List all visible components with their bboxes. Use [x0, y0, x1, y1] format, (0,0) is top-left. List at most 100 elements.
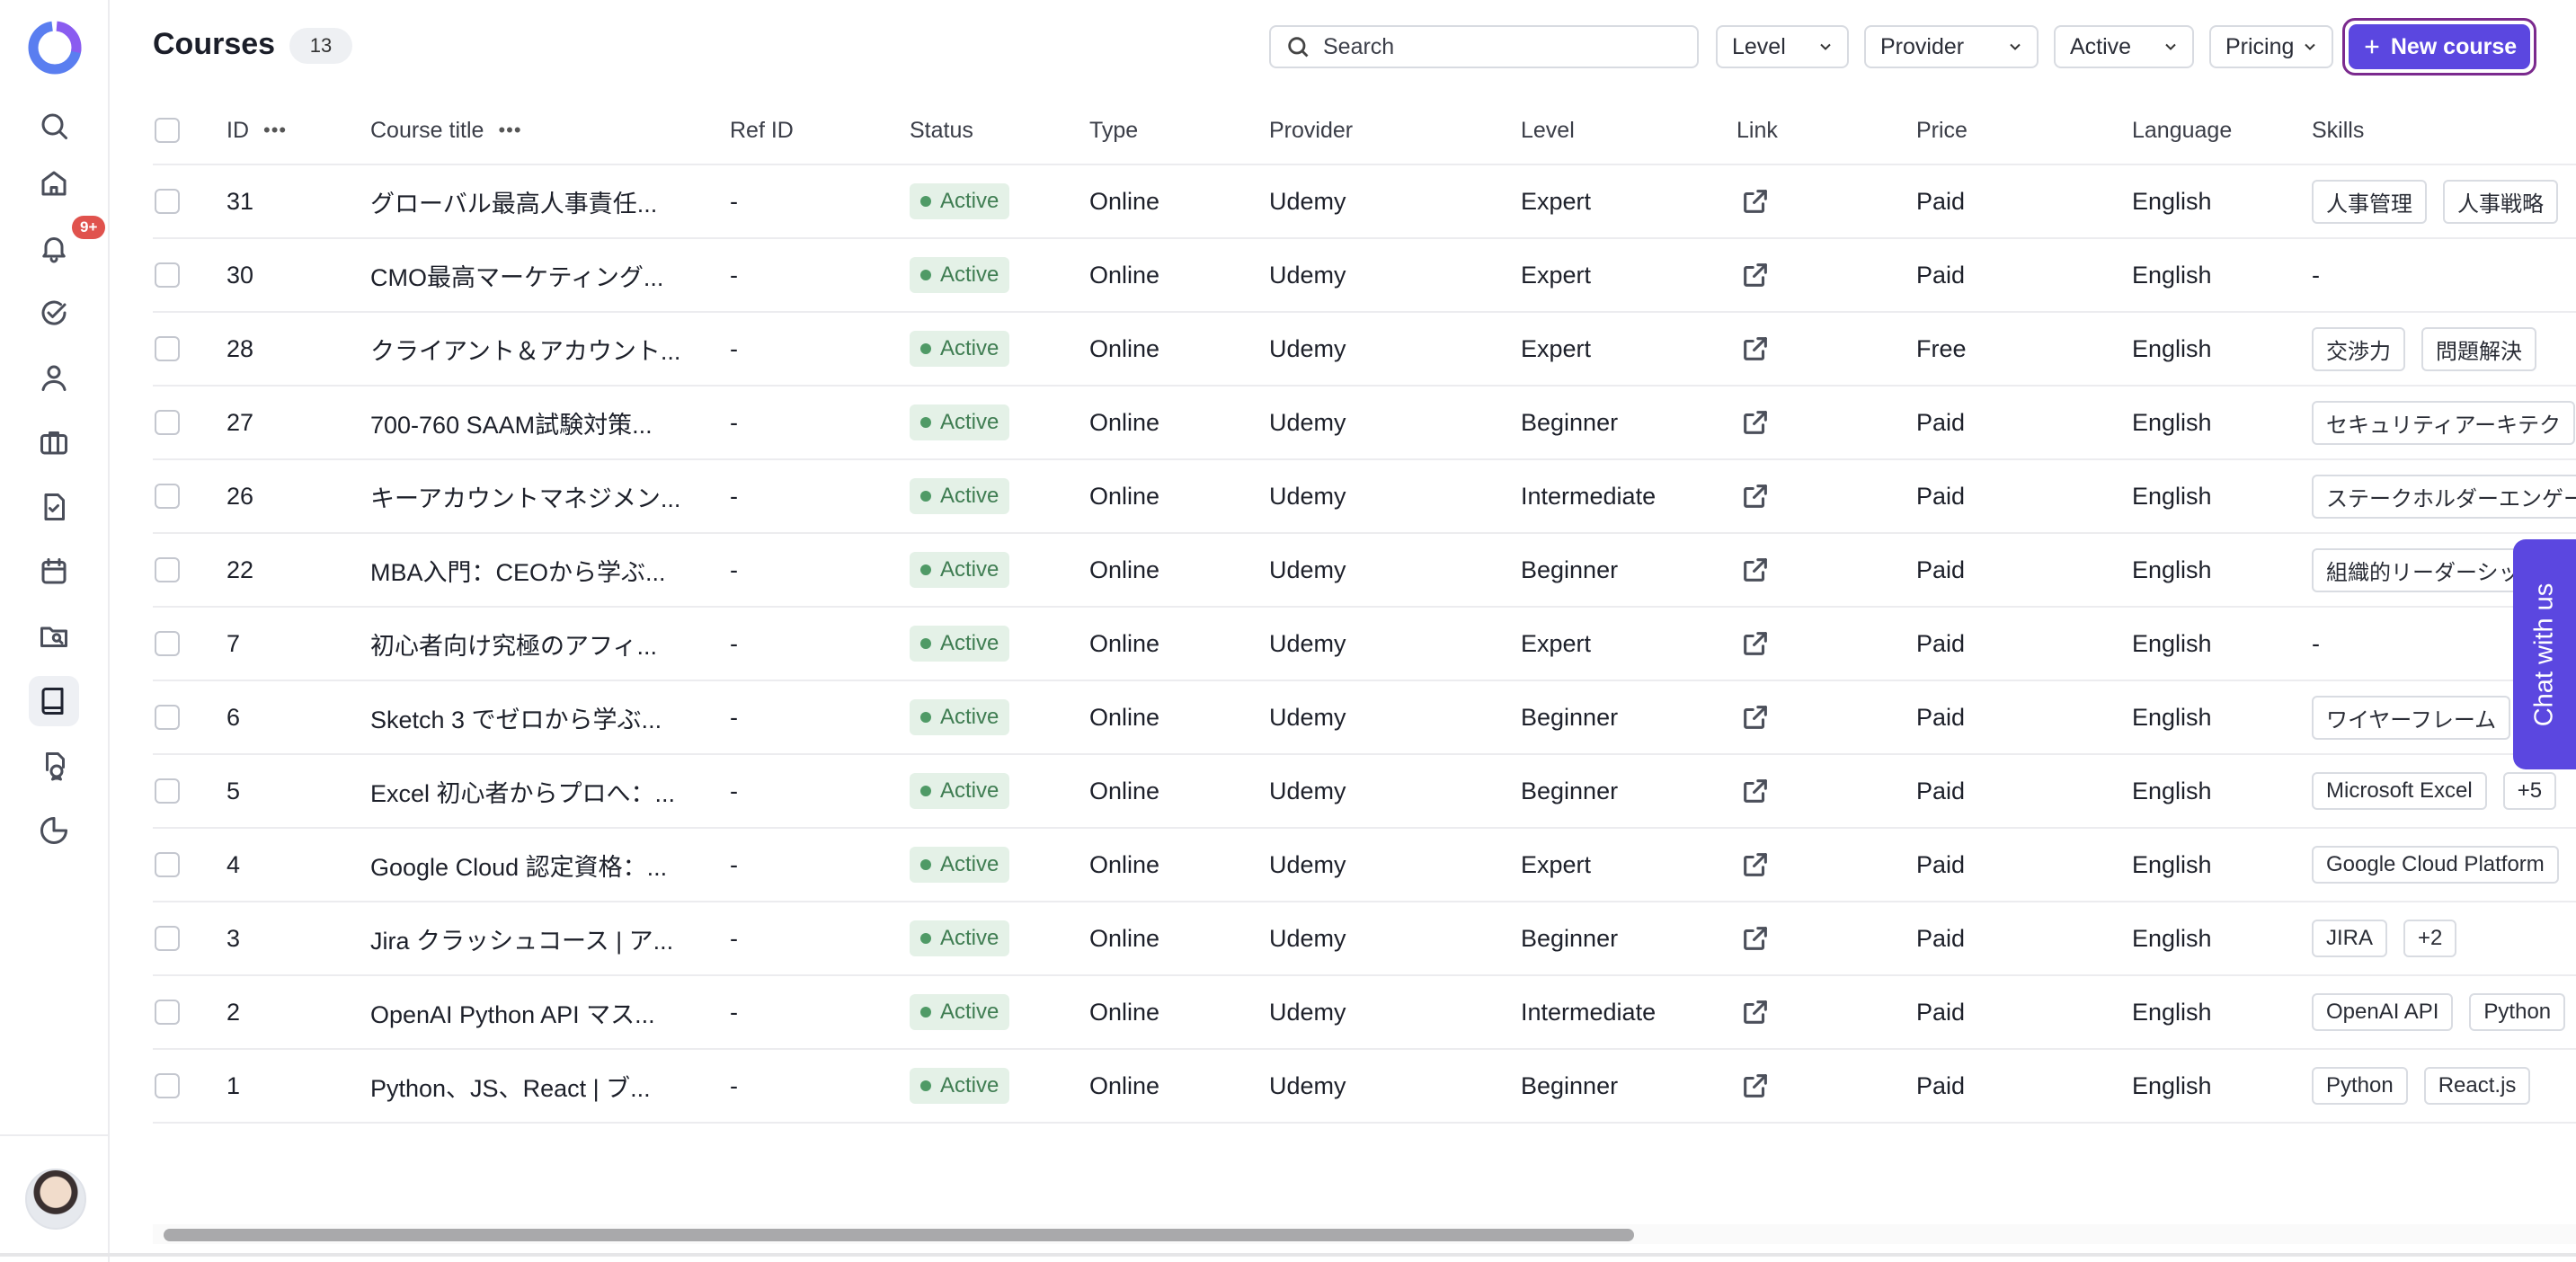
row-checkbox[interactable] — [155, 336, 180, 361]
horizontal-scrollbar[interactable] — [153, 1224, 2576, 1244]
calendar-icon[interactable] — [29, 547, 79, 597]
cell-course-title[interactable]: CMO最高マーケティング... — [370, 239, 663, 311]
table-row[interactable]: 22 MBA入門：CEOから学ぶ... - Active Online Udemy Begi… — [153, 534, 2576, 608]
row-checkbox[interactable] — [155, 705, 180, 730]
app-logo[interactable] — [23, 16, 86, 79]
skill-tag[interactable]: OpenAI API — [2312, 993, 2454, 1031]
cell-course-title[interactable]: Jira クラッシュコース | ア... — [370, 902, 673, 974]
table-row[interactable]: 5 Excel 初心者からプロへ：... - Active Online Udemy Beg… — [153, 755, 2576, 829]
column-menu-icon[interactable]: ••• — [498, 119, 521, 142]
active-filter[interactable]: Active — [2054, 25, 2194, 68]
row-checkbox[interactable] — [155, 189, 180, 214]
home-icon[interactable] — [29, 158, 79, 209]
external-link-icon[interactable] — [1740, 165, 1771, 237]
check-circle-icon[interactable] — [29, 288, 79, 338]
skill-tag[interactable]: 問題解決 — [2421, 326, 2536, 371]
cell-course-title[interactable]: クライアント＆アカウント... — [370, 313, 680, 385]
column-header-link[interactable]: Link — [1737, 97, 1778, 164]
skill-tag[interactable]: +2 — [2403, 920, 2457, 957]
pie-chart-icon[interactable] — [29, 805, 79, 856]
book-icon[interactable] — [29, 676, 79, 726]
column-header-skills[interactable]: Skills — [2312, 97, 2364, 164]
column-menu-icon[interactable]: ••• — [263, 119, 287, 142]
table-row[interactable]: 2 OpenAI Python API マス... - Active Online Ude… — [153, 976, 2576, 1050]
external-link-icon[interactable] — [1740, 829, 1771, 901]
chat-with-us-button[interactable]: Chat with us — [2513, 539, 2576, 769]
column-header-level[interactable]: Level — [1521, 97, 1575, 164]
table-row[interactable]: 28 クライアント＆アカウント... - Active Online Udemy Exper… — [153, 313, 2576, 387]
external-link-icon[interactable] — [1740, 755, 1771, 827]
cell-course-title[interactable]: Sketch 3 でゼロから学ぶ... — [370, 681, 662, 753]
skill-tag[interactable]: ステークホルダーエンゲー — [2312, 474, 2576, 519]
row-checkbox[interactable] — [155, 262, 180, 288]
level-filter[interactable]: Level — [1716, 25, 1849, 68]
skill-tag[interactable]: ワイヤーフレーム — [2312, 695, 2511, 740]
column-header-type[interactable]: Type — [1089, 97, 1138, 164]
search-icon[interactable] — [29, 101, 79, 151]
skill-tag[interactable]: 人事戦略 — [2443, 179, 2558, 224]
external-link-icon[interactable] — [1740, 1050, 1771, 1122]
bell-icon[interactable]: 9+ — [29, 216, 106, 273]
new-course-button[interactable]: New course — [2342, 18, 2536, 76]
table-row[interactable]: 3 Jira クラッシュコース | ア... - Active Online Udemy B… — [153, 902, 2576, 976]
scrollbar-thumb[interactable] — [164, 1229, 1634, 1241]
cell-course-title[interactable]: 700-760 SAAM試験対策... — [370, 387, 653, 458]
table-row[interactable]: 6 Sketch 3 でゼロから学ぶ... - Active Online Udemy Be… — [153, 681, 2576, 755]
search-input[interactable] — [1321, 32, 1684, 61]
external-link-icon[interactable] — [1740, 460, 1771, 532]
external-link-icon[interactable] — [1740, 239, 1771, 311]
column-header-status[interactable]: Status — [910, 97, 973, 164]
cell-course-title[interactable]: 初心者向け究極のアフィ... — [370, 608, 657, 680]
row-checkbox[interactable] — [155, 1073, 180, 1098]
folder-search-icon[interactable] — [29, 611, 79, 662]
skill-tag[interactable]: セキュリティアーキテク — [2312, 400, 2576, 445]
skill-tag[interactable]: JIRA — [2312, 920, 2388, 957]
user-icon[interactable] — [29, 352, 79, 403]
skill-tag[interactable]: 交渉力 — [2312, 326, 2405, 371]
row-checkbox[interactable] — [155, 410, 180, 435]
avatar[interactable] — [25, 1169, 86, 1230]
external-link-icon[interactable] — [1740, 387, 1771, 458]
provider-filter[interactable]: Provider — [1864, 25, 2039, 68]
table-row[interactable]: 1 Python、JS、React | ブ... - Active Online Udem… — [153, 1050, 2576, 1124]
external-link-icon[interactable] — [1740, 313, 1771, 385]
skill-tag[interactable]: +5 — [2502, 772, 2557, 810]
skill-tag[interactable]: 人事管理 — [2312, 179, 2427, 224]
cell-course-title[interactable]: キーアカウントマネジメン... — [370, 460, 680, 532]
skill-tag[interactable]: Google Cloud Platform — [2312, 846, 2559, 884]
row-checkbox[interactable] — [155, 484, 180, 509]
column-header-title[interactable]: Course title ••• — [370, 97, 522, 164]
table-row[interactable]: 30 CMO最高マーケティング... - Active Online Udemy Exper… — [153, 239, 2576, 313]
external-link-icon[interactable] — [1740, 681, 1771, 753]
row-checkbox[interactable] — [155, 926, 180, 951]
column-header-id[interactable]: ID ••• — [227, 97, 287, 164]
table-row[interactable]: 4 Google Cloud 認定資格：... - Active Online Udemy… — [153, 829, 2576, 902]
search-box[interactable] — [1269, 25, 1699, 68]
row-checkbox[interactable] — [155, 631, 180, 656]
row-checkbox[interactable] — [155, 852, 180, 877]
column-header-price[interactable]: Price — [1916, 97, 1968, 164]
cell-course-title[interactable]: グローバル最高人事責任... — [370, 165, 657, 237]
table-row[interactable]: 31 グローバル最高人事責任... - Active Online Udemy Expert… — [153, 165, 2576, 239]
column-header-language[interactable]: Language — [2132, 97, 2232, 164]
skill-tag[interactable]: Python — [2312, 1067, 2408, 1105]
table-row[interactable]: 7 初心者向け究極のアフィ... - Active Online Udemy Expert P… — [153, 608, 2576, 681]
external-link-icon[interactable] — [1740, 534, 1771, 606]
document-check-icon[interactable] — [29, 482, 79, 532]
skill-tag[interactable]: Python — [2469, 993, 2566, 1031]
skill-tag[interactable]: 組織的リーダーシッ — [2312, 547, 2535, 592]
pricing-filter[interactable]: Pricing — [2209, 25, 2333, 68]
skill-tag[interactable]: Microsoft Excel — [2312, 772, 2487, 810]
select-all-checkbox[interactable] — [155, 118, 180, 143]
table-row[interactable]: 27 700-760 SAAM試験対策... - Active Online Udemy B… — [153, 387, 2576, 460]
cell-course-title[interactable]: OpenAI Python API マス... — [370, 976, 655, 1048]
briefcase-icon[interactable] — [29, 417, 79, 467]
external-link-icon[interactable] — [1740, 608, 1771, 680]
column-header-ref-id[interactable]: Ref ID — [730, 97, 794, 164]
cell-course-title[interactable]: Python、JS、React | ブ... — [370, 1050, 651, 1122]
external-link-icon[interactable] — [1740, 902, 1771, 974]
cell-course-title[interactable]: Excel 初心者からプロへ：... — [370, 755, 675, 827]
table-row[interactable]: 26 キーアカウントマネジメン... - Active Online Udemy Inter… — [153, 460, 2576, 534]
skill-tag[interactable]: React.js — [2423, 1067, 2531, 1105]
cell-course-title[interactable]: MBA入門：CEOから学ぶ... — [370, 534, 666, 606]
